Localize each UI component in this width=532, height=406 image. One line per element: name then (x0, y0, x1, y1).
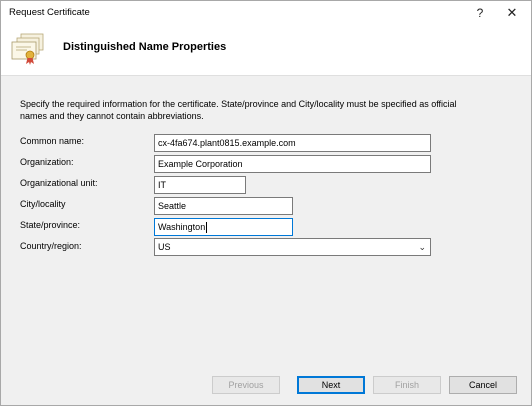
city-label: City/locality (20, 199, 66, 209)
state-field-value: Washington (158, 222, 206, 232)
country-select-value: US (158, 242, 171, 252)
help-button[interactable]: ? (467, 3, 493, 23)
country-label: Country/region: (20, 241, 82, 251)
chevron-down-icon[interactable]: ⌄ (418, 239, 426, 255)
title-bar: Request Certificate ? ✕ (1, 1, 531, 25)
finish-button[interactable]: Finish (373, 376, 441, 394)
organization-label: Organization: (20, 157, 74, 167)
window-title: Request Certificate (9, 7, 90, 18)
wizard-header: Distinguished Name Properties (1, 25, 531, 75)
cancel-button[interactable]: Cancel (449, 376, 517, 394)
next-button[interactable]: Next (297, 376, 365, 394)
header-title: Distinguished Name Properties (63, 41, 227, 53)
country-select[interactable]: US ⌄ (154, 238, 431, 256)
state-label: State/province: (20, 220, 81, 230)
common-name-field[interactable]: cx-4fa674.plant0815.example.com (154, 134, 431, 152)
common-name-label: Common name: (20, 136, 85, 146)
city-field[interactable]: Seattle (154, 197, 293, 215)
certificate-icon (11, 33, 44, 65)
close-button[interactable]: ✕ (499, 3, 525, 23)
state-field[interactable]: Washington (154, 218, 293, 236)
form-panel: Specify the required information for the… (1, 75, 531, 369)
organization-field[interactable]: Example Corporation (154, 155, 431, 173)
organizational-unit-field[interactable]: IT (154, 176, 246, 194)
request-certificate-dialog: Request Certificate ? ✕ Distinguished Na… (0, 0, 532, 406)
wizard-footer: Previous Next Finish Cancel (1, 369, 531, 405)
instructions-text: Specify the required information for the… (20, 99, 457, 121)
text-caret (206, 222, 208, 234)
previous-button[interactable]: Previous (212, 376, 280, 394)
organizational-unit-label: Organizational unit: (20, 178, 98, 188)
